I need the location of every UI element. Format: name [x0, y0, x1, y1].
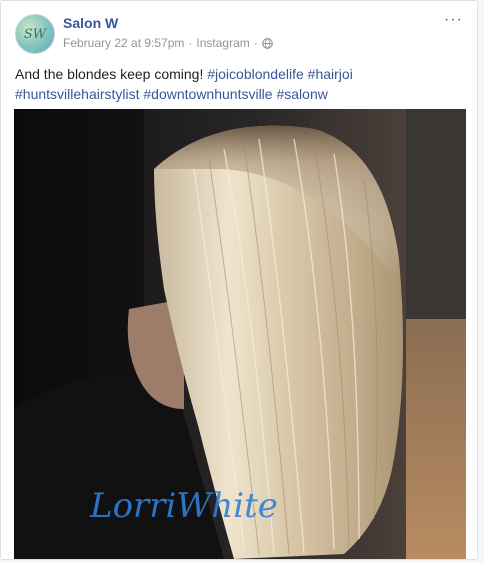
hashtag-salonw[interactable]: #salonw [276, 86, 327, 102]
photo-watermark: LorriWhite [89, 486, 278, 526]
more-options-icon[interactable]: ··· [444, 11, 463, 29]
post-source-link[interactable]: Instagram [196, 36, 249, 50]
page-avatar[interactable]: SW [15, 14, 55, 54]
post-timestamp-link[interactable]: February 22 at 9:57pm [63, 36, 184, 50]
post-body-text: And the blondes keep coming! [15, 66, 204, 82]
post-meta: February 22 at 9:57pm · Instagram · [63, 36, 273, 50]
post-photo[interactable]: LorriWhite [14, 109, 466, 559]
hashtag-downtownhuntsville[interactable]: #downtownhuntsville [143, 86, 272, 102]
globe-icon[interactable] [261, 37, 273, 49]
post-text: And the blondes keep coming! #joicoblond… [15, 64, 465, 104]
avatar-monogram: SW [23, 26, 47, 42]
page-name-link[interactable]: Salon W [63, 15, 118, 31]
meta-separator-2: · [253, 36, 258, 50]
post-card: SW Salon W February 22 at 9:57pm · Insta… [0, 0, 478, 560]
hair-photo-illustration: LorriWhite [14, 109, 466, 559]
meta-separator: · [188, 36, 193, 50]
hashtag-joicoblondelife[interactable]: #joicoblondelife [207, 66, 304, 82]
hashtag-huntsvillehairstylist[interactable]: #huntsvillehairstylist [15, 86, 140, 102]
hashtag-hairjoi[interactable]: #hairjoi [308, 66, 353, 82]
